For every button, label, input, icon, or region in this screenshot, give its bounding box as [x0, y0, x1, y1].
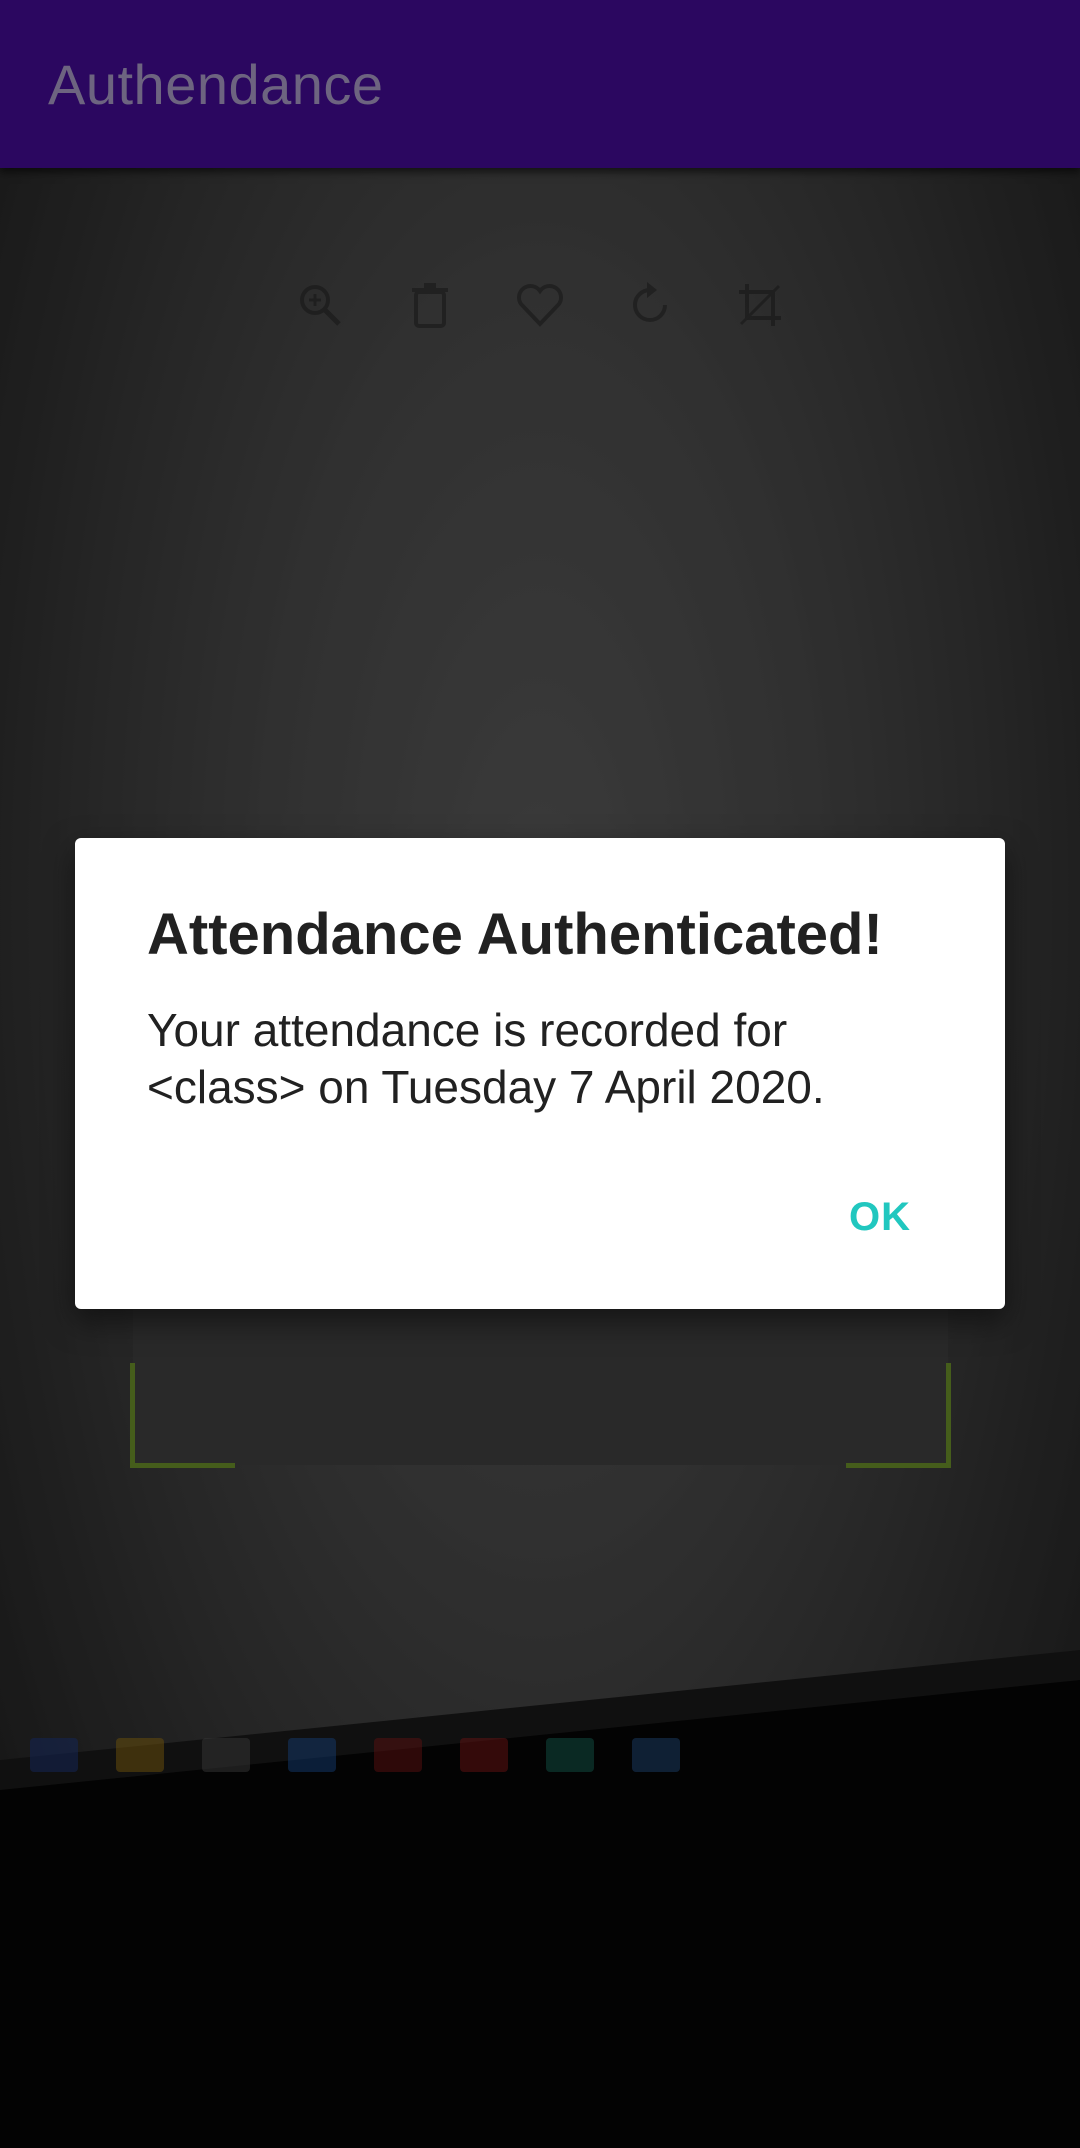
dialog-message: Your attendance is recorded for <class> … — [147, 1004, 825, 1113]
dialog-title: Attendance Authenticated! — [147, 902, 883, 967]
app-title: Authendance — [48, 53, 384, 116]
alert-dialog: Attendance Authenticated! Your attendanc… — [75, 838, 1005, 1309]
app-bar: Authendance — [0, 0, 1080, 168]
screen: Authendance Attendance Authenticated! Yo… — [0, 0, 1080, 2148]
ok-button[interactable]: OK — [849, 1195, 911, 1240]
